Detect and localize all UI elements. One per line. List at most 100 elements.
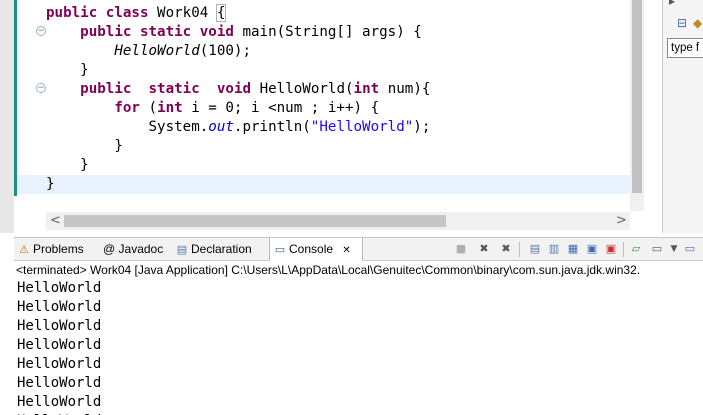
- horizontal-scrollbar[interactable]: < >: [46, 212, 630, 230]
- code-token: int: [157, 100, 183, 116]
- console-output-line: HelloWorld: [17, 337, 102, 353]
- chevron-down-icon[interactable]: ▼: [666, 241, 682, 257]
- code-line[interactable]: }: [46, 61, 630, 80]
- code-token: "HelloWorld": [310, 119, 414, 135]
- code-token: static: [139, 24, 192, 40]
- console-output-line: HelloWorld: [17, 394, 102, 410]
- word-wrap-icon[interactable]: ▦: [565, 241, 581, 257]
- scroll-right-icon[interactable]: >: [616, 212, 627, 230]
- console-output-line: HelloWorld: [17, 318, 102, 334]
- code-token: out: [208, 119, 234, 135]
- toolbar-separator: [623, 242, 624, 257]
- code-token: }: [46, 62, 89, 78]
- code-token: void: [216, 81, 252, 97]
- tab-declaration[interactable]: ▤ Declaration: [172, 238, 268, 261]
- code-token: for: [114, 100, 140, 116]
- tab-label: Problems: [33, 242, 84, 256]
- code-token: class: [105, 5, 149, 21]
- bottom-view-tabs: ⚠ Problems @ Javadoc ▤ Declaration ▭ Consol…: [14, 237, 703, 261]
- console-output[interactable]: HelloWorld HelloWorld HelloWorld HelloWorld…: [14, 279, 703, 415]
- clear-console-icon[interactable]: ▤: [527, 241, 543, 257]
- code-token: }: [46, 138, 123, 154]
- declaration-icon: ▤: [176, 243, 188, 256]
- console-description: <terminated> Work04 [Java Application] C…: [14, 262, 703, 279]
- close-icon[interactable]: ✕: [342, 245, 350, 256]
- code-token: }: [46, 176, 55, 192]
- code-token: void: [199, 24, 234, 40]
- display-selected-console-icon[interactable]: ▭: [649, 241, 665, 257]
- code-token: HelloWorld(: [251, 81, 354, 97]
- code-line[interactable]: System.out.println("HelloWorld");: [46, 118, 630, 137]
- code-line[interactable]: for (int i = 0; i <num ; i++) {: [46, 99, 630, 118]
- code-token: int: [353, 81, 380, 97]
- line-gutter: − −: [17, 0, 46, 196]
- pin-console-icon[interactable]: ▱: [628, 241, 644, 257]
- code-token: System.: [46, 119, 209, 135]
- outline-toolbar-icon[interactable]: ▸: [669, 0, 675, 8]
- show-console-on-output-icon[interactable]: ▣: [584, 241, 600, 257]
- vertical-scrollbar[interactable]: [630, 0, 644, 211]
- tab-label: Console: [289, 242, 334, 256]
- outline-filter-input[interactable]: type f: [667, 38, 703, 58]
- console-output-line: HelloWorld: [17, 356, 102, 372]
- vertical-scroll-thumb[interactable]: [632, 0, 642, 193]
- tab-label: @ Javadoc: [103, 242, 164, 256]
- filter-icon[interactable]: ◆: [693, 16, 702, 30]
- console-output-line: HelloWorld: [17, 375, 102, 391]
- code-line[interactable]: }: [46, 137, 630, 156]
- collapse-all-icon[interactable]: ⊟: [677, 16, 687, 30]
- remove-all-terminated-icon[interactable]: ✖: [498, 241, 514, 257]
- overview-ruler: [0, 0, 14, 233]
- code-token: num){: [379, 81, 431, 97]
- code-token: (100);: [199, 43, 252, 59]
- code-editor[interactable]: − − public class Work04 { public static …: [0, 0, 662, 233]
- code-line[interactable]: HelloWorld(100);: [46, 42, 630, 61]
- code-area[interactable]: public class Work04 { public static void…: [17, 4, 630, 194]
- toolbar-separator: [519, 242, 520, 257]
- tab-javadoc[interactable]: @ Javadoc: [100, 238, 172, 261]
- code-token: HelloWorld: [114, 43, 200, 59]
- scroll-lock-icon[interactable]: ▥: [546, 241, 562, 257]
- fold-collapse-icon[interactable]: −: [36, 83, 46, 93]
- code-token: );: [413, 119, 431, 135]
- code-token: .println(: [233, 119, 311, 135]
- code-line[interactable]: public static void main(String[] args) {: [46, 23, 630, 42]
- code-token: main(String[] args) {: [233, 24, 422, 40]
- code-token: public: [80, 81, 132, 97]
- console-icon: ▭: [274, 243, 286, 256]
- code-token: public: [80, 24, 132, 40]
- remove-launch-icon[interactable]: ✖: [476, 241, 492, 257]
- problems-icon: ⚠: [19, 243, 29, 256]
- open-console-icon[interactable]: ▭: [682, 241, 698, 257]
- fold-collapse-icon[interactable]: −: [36, 26, 46, 36]
- show-console-on-error-icon[interactable]: ▣: [603, 241, 619, 257]
- code-token: static: [148, 81, 200, 97]
- outline-panel: ▸ ⊟ ◆ type f: [662, 0, 703, 233]
- code-line[interactable]: }: [46, 156, 630, 175]
- code-token: Work04: [148, 5, 217, 21]
- console-output-line: HelloWorld: [17, 280, 102, 296]
- horizontal-scroll-thumb[interactable]: [64, 215, 446, 227]
- code-line[interactable]: }: [17, 175, 630, 194]
- scroll-left-icon[interactable]: <: [50, 212, 61, 230]
- code-token: {: [215, 4, 227, 22]
- tab-console[interactable]: ▭ Console ✕: [269, 238, 363, 261]
- code-token: (: [139, 100, 158, 116]
- tab-label: Declaration: [191, 242, 252, 256]
- code-line[interactable]: public static void HelloWorld(int num){: [46, 80, 630, 99]
- code-token: i = 0; i <num ; i++) {: [182, 100, 380, 116]
- code-token: }: [46, 157, 89, 173]
- console-output-line: HelloWorld: [17, 299, 102, 315]
- terminate-icon[interactable]: ■: [453, 241, 469, 257]
- code-line[interactable]: public class Work04 {: [46, 4, 630, 23]
- tab-problems[interactable]: ⚠ Problems: [14, 238, 99, 261]
